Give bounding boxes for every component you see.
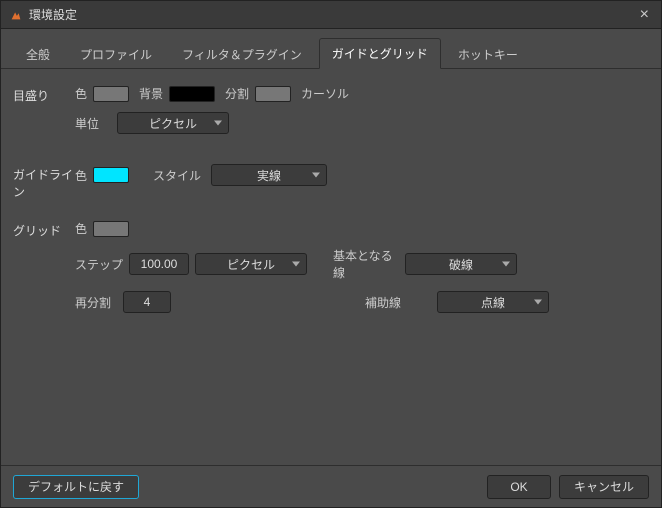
chevron-down-icon — [292, 262, 300, 267]
reset-defaults-button[interactable]: デフォルトに戻す — [13, 475, 139, 499]
ok-button[interactable]: OK — [487, 475, 551, 499]
tab-hotkeys[interactable]: ホットキー — [445, 39, 531, 69]
section-label-ruler: 目盛り — [13, 85, 75, 144]
grid-color-swatch[interactable] — [93, 221, 129, 237]
step-input[interactable]: 100.00 — [129, 253, 189, 275]
label-grid-color: 色 — [75, 220, 87, 237]
label-guide-color: 色 — [75, 167, 87, 184]
label-background: 背景 — [139, 85, 163, 102]
label-style: スタイル — [153, 167, 201, 184]
label-subline: 補助線 — [365, 294, 429, 311]
baseline-value: 破線 — [449, 256, 473, 273]
ruler-bg-swatch[interactable] — [169, 86, 215, 102]
ruler-color-swatch[interactable] — [93, 86, 129, 102]
tab-profile[interactable]: プロファイル — [67, 39, 165, 69]
content: 目盛り 色 背景 分割 カーソル 単位 ピクセル — [1, 69, 661, 465]
label-subdivision: 再分割 — [75, 294, 111, 311]
chevron-down-icon — [312, 173, 320, 178]
chevron-down-icon — [534, 300, 542, 305]
section-label-guideline: ガイドライン — [13, 164, 75, 200]
label-unit: 単位 — [75, 115, 99, 132]
subline-value: 点線 — [481, 294, 505, 311]
label-color: 色 — [75, 85, 87, 102]
style-select-value: 実線 — [257, 167, 281, 184]
chevron-down-icon — [214, 121, 222, 126]
subdivision-input[interactable]: 4 — [123, 291, 171, 313]
tab-guides-grid[interactable]: ガイドとグリッド — [319, 38, 441, 69]
section-label-grid: グリッド — [13, 220, 75, 323]
dialog-title: 環境設定 — [29, 6, 636, 23]
guide-color-swatch[interactable] — [93, 167, 129, 183]
baseline-select[interactable]: 破線 — [405, 253, 517, 275]
step-unit-value: ピクセル — [227, 256, 275, 273]
section-ruler: 目盛り 色 背景 分割 カーソル 単位 ピクセル — [13, 85, 649, 144]
section-grid: グリッド 色 ステップ 100.00 ピクセル — [13, 220, 649, 323]
label-cursor: カーソル — [301, 85, 349, 102]
subline-select[interactable]: 点線 — [437, 291, 549, 313]
tab-filters[interactable]: フィルタ＆プラグイン — [169, 39, 315, 69]
close-icon[interactable]: × — [636, 6, 653, 24]
cancel-button[interactable]: キャンセル — [559, 475, 649, 499]
ruler-div-swatch[interactable] — [255, 86, 291, 102]
label-step: ステップ — [75, 256, 123, 273]
tab-general[interactable]: 全般 — [13, 39, 63, 69]
unit-select[interactable]: ピクセル — [117, 112, 229, 134]
footer: デフォルトに戻す OK キャンセル — [1, 465, 661, 507]
label-division: 分割 — [225, 85, 249, 102]
chevron-down-icon — [502, 262, 510, 267]
step-unit-select[interactable]: ピクセル — [195, 253, 307, 275]
preferences-dialog: 環境設定 × 全般 プロファイル フィルタ＆プラグイン ガイドとグリッド ホット… — [0, 0, 662, 508]
titlebar: 環境設定 × — [1, 1, 661, 29]
app-icon — [9, 8, 23, 22]
section-guideline: ガイドライン 色 スタイル 実線 — [13, 164, 649, 200]
tabbar: 全般 プロファイル フィルタ＆プラグイン ガイドとグリッド ホットキー — [1, 29, 661, 69]
style-select[interactable]: 実線 — [211, 164, 327, 186]
label-baseline: 基本となる線 — [333, 247, 397, 281]
unit-select-value: ピクセル — [149, 115, 197, 132]
